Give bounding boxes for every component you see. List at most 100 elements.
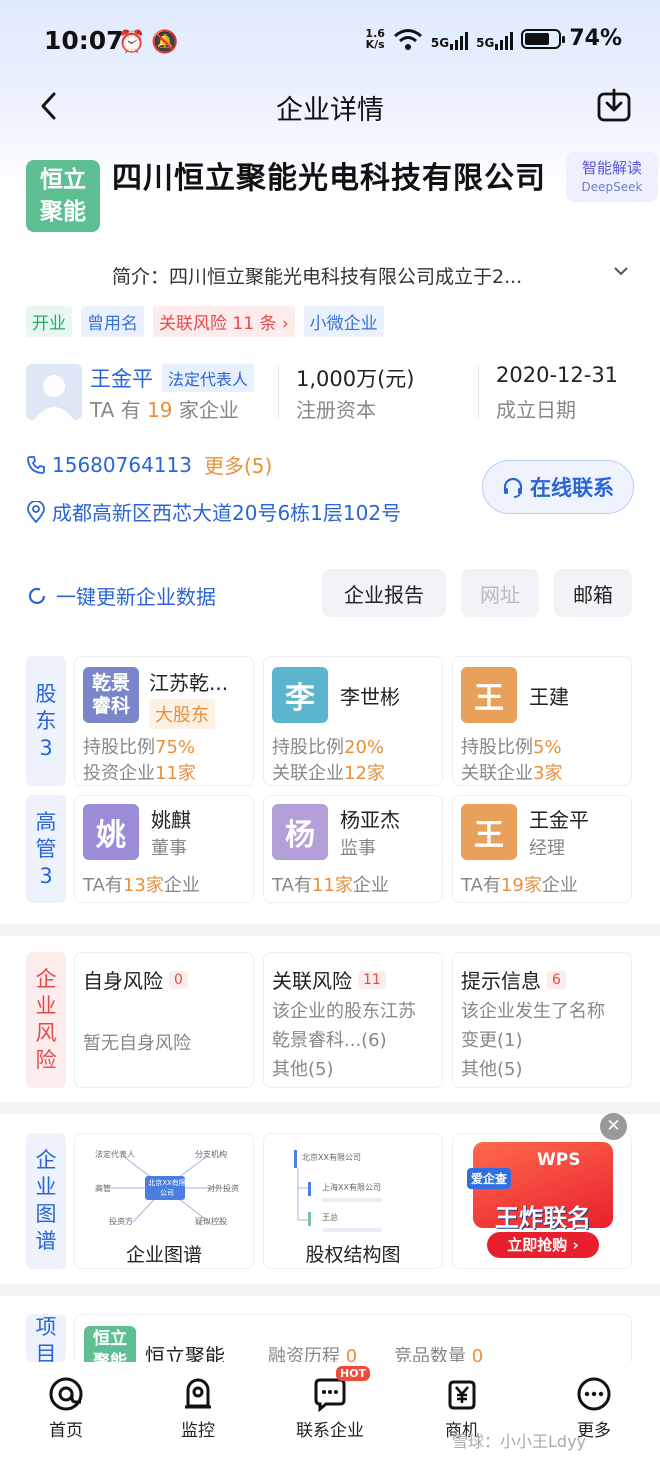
executive-name: 姚麒 <box>151 808 191 832</box>
nav-home[interactable]: 首页 <box>0 1362 132 1459</box>
ai-interpret-button[interactable]: 智能解读 DeepSeek <box>566 152 658 202</box>
equity-node: 上海XX有限公司 <box>322 1183 381 1192</box>
phone-more-link[interactable]: 更多(5) <box>204 450 272 479</box>
equity-structure-card[interactable]: 北京XX有限公司 上海XX有限公司 王总 股权结构图 <box>263 1133 443 1269</box>
signal-sim1: 5G <box>431 28 469 50</box>
shareholder-card[interactable]: 李 李世彬 持股比例20% 关联企业12家 <box>263 656 443 786</box>
graph-node: 分支机构 <box>195 1150 227 1159</box>
project-logo: 恒立 聚能 <box>84 1326 136 1362</box>
related-risk-card[interactable]: 关联风险 11 该企业的股东江苏 乾景睿科...(6) 其他(5) <box>263 952 443 1088</box>
ad-badge: 爱企查 <box>467 1168 512 1189</box>
phone-row[interactable]: 15680764113 更多(5) <box>26 450 272 479</box>
close-icon[interactable]: ✕ <box>600 1113 627 1140</box>
executive-card[interactable]: 王 王金平 经理 TA有19家企业 <box>452 795 632 903</box>
promo-ad-card[interactable]: WPS 爱企查 王炸联名 立即抢购 › <box>452 1133 632 1269</box>
ad-buy-button[interactable]: 立即抢购 › <box>487 1232 599 1258</box>
shareholder-logo: 乾景 睿科 <box>83 667 139 723</box>
enterprise-graph-card[interactable]: 北京XX有限公司 法定代表人 分支机构 高管 对外投资 投资方 疑似控股 企业图… <box>74 1133 254 1269</box>
website-button[interactable]: 网址 <box>461 569 539 617</box>
nav-contact[interactable]: HOT 联系企业 <box>264 1362 396 1459</box>
ad-main-text: 王炸联名 <box>495 1204 591 1232</box>
executive-name: 杨亚杰 <box>340 808 400 832</box>
refresh-icon <box>28 587 46 604</box>
notice-info-card[interactable]: 提示信息 6 该企业发生了名称 变更(1) 其他(5) <box>452 952 632 1088</box>
shareholders-label[interactable]: 股东3 <box>26 656 66 786</box>
risk-text: 暂无自身风险 <box>83 1033 191 1054</box>
chevron-down-icon[interactable] <box>612 262 630 285</box>
tag-small-business: 小微企业 <box>303 306 384 337</box>
self-risk-card[interactable]: 自身风险 0 暂无自身风险 <box>74 952 254 1088</box>
graph-node: 高管 <box>95 1184 111 1193</box>
divider <box>478 366 479 418</box>
nav-monitor[interactable]: 监控 <box>132 1362 264 1459</box>
risk-text: 该企业发生了名称 变更(1) 其他(5) <box>461 1001 605 1080</box>
project-label[interactable]: 项目 <box>26 1314 66 1362</box>
executive-companies: TA有11家企业 <box>272 875 389 896</box>
shareholder-name: 江苏乾... <box>149 671 229 695</box>
divider <box>278 366 279 418</box>
executive-avatar: 姚 <box>83 804 139 860</box>
status-right-icons: 1.6 K/s 5G 5G 74% <box>365 26 622 51</box>
graph-node: 对外投资 <box>207 1184 239 1193</box>
equity-structure-label: 股权结构图 <box>305 1244 401 1266</box>
risk-title: 提示信息 <box>461 969 541 993</box>
executive-card[interactable]: 姚 姚麒 董事 TA有13家企业 <box>74 795 254 903</box>
refresh-data-button[interactable]: 一键更新企业数据 <box>26 581 216 610</box>
signal-sim2: 5G <box>476 28 514 50</box>
shareholder-avatar: 王 <box>461 667 517 723</box>
shareholding-ratio: 持股比例20% <box>272 737 385 758</box>
founded-date-value: 2020-12-31 <box>496 363 619 387</box>
company-intro[interactable]: 简介：四川恒立聚能光电科技有限公司成立于2... <box>112 262 612 289</box>
invested-companies: 投资企业11家 <box>83 763 196 784</box>
status-time: 10:07 <box>44 26 124 55</box>
executive-companies: TA有19家企业 <box>461 875 578 896</box>
equity-node: 北京XX有限公司 <box>302 1153 361 1162</box>
address-row[interactable]: 成都高新区西芯大道20号6栋1层102号 <box>26 497 401 526</box>
equity-node: 王总 <box>322 1213 338 1222</box>
avatar[interactable] <box>26 364 82 420</box>
registered-capital-label: 注册资本 <box>296 398 376 422</box>
risk-label[interactable]: 企业风险 <box>26 952 66 1088</box>
executive-companies: TA有13家企业 <box>83 875 200 896</box>
related-companies: 关联企业3家 <box>461 763 563 784</box>
executive-card[interactable]: 杨 杨亚杰 监事 TA有11家企业 <box>263 795 443 903</box>
enterprise-graph-label: 企业图谱 <box>125 1244 202 1266</box>
email-button[interactable]: 邮箱 <box>554 569 632 617</box>
watermark: 雪球：小小王Ldyy <box>452 1432 587 1451</box>
company-tags: 开业 曾用名 关联风险 11 条 › 小微企业 <box>26 306 384 337</box>
legal-person-name[interactable]: 王金平 <box>90 363 153 393</box>
shareholding-ratio: 持股比例5% <box>461 737 562 758</box>
monitor-icon <box>185 1378 211 1409</box>
address-text[interactable]: 成都高新区西芯大道20号6栋1层102号 <box>52 497 401 526</box>
net-speed: 1.6 K/s <box>365 26 385 51</box>
download-icon[interactable] <box>596 88 632 124</box>
legal-person-badge: 法定代表人 <box>162 364 255 392</box>
executive-role: 董事 <box>151 838 187 859</box>
tag-former-name[interactable]: 曾用名 <box>81 306 144 337</box>
ad-wps-text: WPS <box>537 1150 581 1170</box>
yen-icon <box>448 1380 476 1410</box>
hot-badge: HOT <box>336 1366 371 1381</box>
phone-number[interactable]: 15680764113 <box>52 453 192 477</box>
legal-person-companies: TA 有 19 家企业 <box>90 398 239 422</box>
page-title: 企业详情 <box>276 95 384 126</box>
alarm-icon: ⏰ <box>118 30 146 55</box>
location-pin-icon <box>27 500 45 523</box>
online-contact-button[interactable]: 在线联系 <box>482 460 634 514</box>
executive-avatar: 杨 <box>272 804 328 860</box>
shareholder-card[interactable]: 王 王建 持股比例5% 关联企业3家 <box>452 656 632 786</box>
executive-role: 经理 <box>529 838 565 859</box>
company-report-button[interactable]: 企业报告 <box>322 569 446 617</box>
tag-related-risk[interactable]: 关联风险 11 条 › <box>153 306 295 337</box>
executives-label[interactable]: 高管3 <box>26 795 66 903</box>
graph-node: 疑似控股 <box>195 1217 227 1226</box>
phone-icon <box>27 455 45 474</box>
company-logo: 恒立 聚能 <box>26 160 100 232</box>
graph-node: 投资方 <box>109 1217 133 1226</box>
risk-title: 自身风险 <box>83 969 163 993</box>
shareholder-card[interactable]: 乾景 睿科 江苏乾... 大股东 持股比例75% 投资企业11家 <box>74 656 254 786</box>
executive-avatar: 王 <box>461 804 517 860</box>
shareholder-name: 李世彬 <box>340 685 400 709</box>
graph-label[interactable]: 企业图谱 <box>26 1133 66 1269</box>
more-icon <box>577 1377 611 1411</box>
